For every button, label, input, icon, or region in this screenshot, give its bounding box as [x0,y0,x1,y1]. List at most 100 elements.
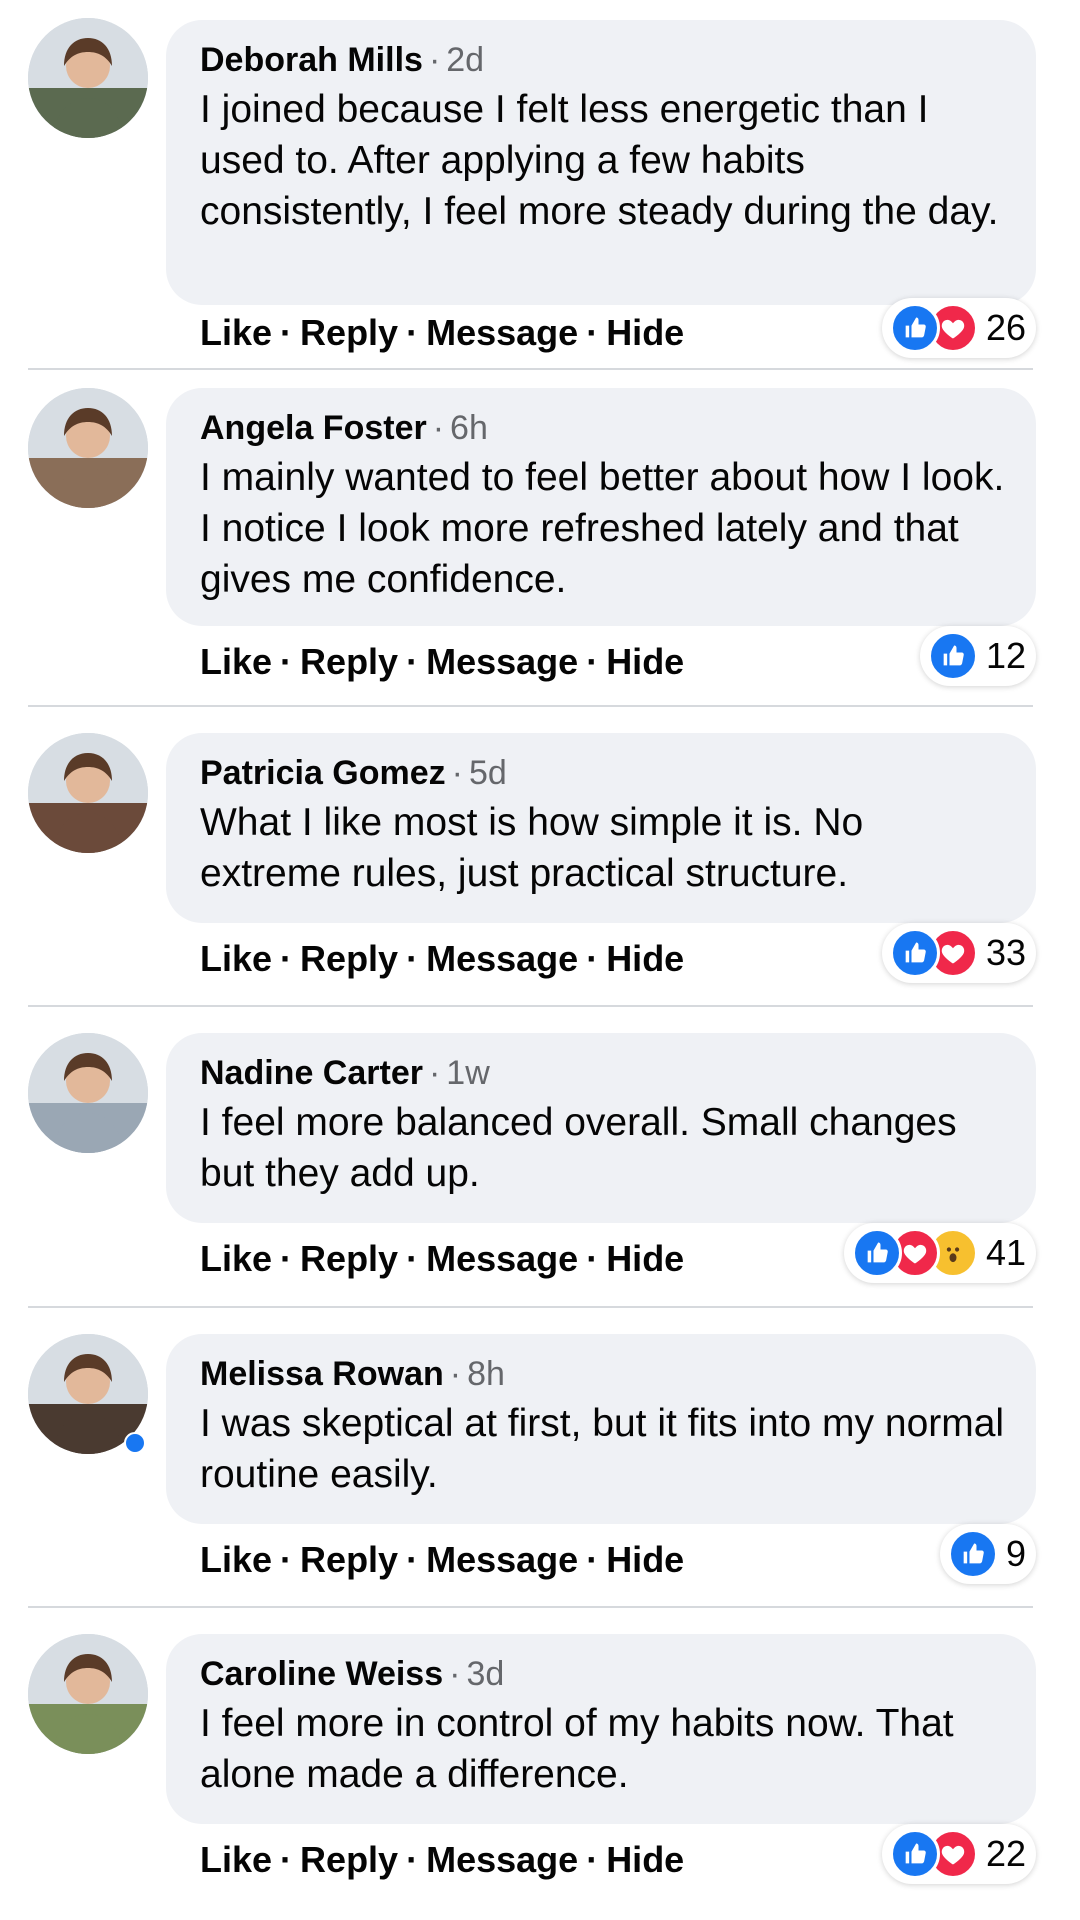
reactions-summary[interactable]: 9 [939,1524,1036,1584]
hide-button[interactable]: Hide [606,1539,684,1580]
like-button[interactable]: Like [200,938,272,979]
comment-actions: Like · Reply · Message · Hide [200,1538,684,1582]
reply-button[interactable]: Reply [300,938,398,979]
comment-header: Melissa Rowan · 8h [200,1354,1006,1394]
divider [28,705,1033,707]
separator-dot: · [280,641,293,682]
comment-header: Angela Foster · 6h [200,408,1006,448]
like-button[interactable]: Like [200,1539,272,1580]
comment-timestamp[interactable]: 1w [446,1054,489,1092]
separator-dot: · [280,312,293,353]
like-reaction-icon [889,303,940,353]
comment-bubble: Melissa Rowan · 8h I was skeptical at first… [166,1334,1036,1524]
comment-text: What I like most is how simple it is. No… [200,801,864,895]
separator-dot: · [449,1655,461,1693]
divider [28,1606,1033,1608]
message-button[interactable]: Message [426,1539,578,1580]
verified-badge-icon [124,1432,146,1454]
comment-timestamp[interactable]: 8h [467,1355,505,1393]
divider [28,368,1033,370]
reply-button[interactable]: Reply [300,1839,398,1880]
like-reaction-icon [927,631,978,681]
comment-bubble: Deborah Mills · 2d I joined because I felt … [166,20,1036,305]
reply-button[interactable]: Reply [300,1539,398,1580]
separator-dot: · [406,312,419,353]
separator-dot: · [280,938,293,979]
avatar[interactable] [28,1033,148,1153]
comment-actions: Like · Reply · Message · Hide [200,640,684,684]
reaction-count: 33 [985,932,1026,973]
separator-dot: · [406,1839,419,1880]
message-button[interactable]: Message [426,938,578,979]
divider [28,1306,1033,1308]
comment-text: I feel more balanced overall. Small chan… [200,1101,957,1195]
separator-dot: · [449,1355,462,1393]
hide-button[interactable]: Hide [606,1238,684,1279]
like-button[interactable]: Like [200,1839,272,1880]
commenter-name[interactable]: Melissa Rowan [200,1355,444,1393]
reply-button[interactable]: Reply [300,312,398,353]
separator-dot: · [586,1839,599,1880]
reactions-summary[interactable]: 26 [881,298,1036,358]
separator-dot: · [586,312,599,353]
reply-button[interactable]: Reply [300,1238,398,1279]
comment-timestamp[interactable]: 3d [466,1655,504,1693]
separator-dot: · [406,641,419,682]
comment-actions: Like · Reply · Message · Hide [200,1838,684,1882]
reply-button[interactable]: Reply [300,641,398,682]
separator-dot: · [406,1539,419,1580]
separator-dot: · [586,938,599,979]
reactions-summary[interactable]: 41 [843,1223,1036,1283]
hide-button[interactable]: Hide [606,1839,684,1880]
message-button[interactable]: Message [426,641,578,682]
message-button[interactable]: Message [426,312,578,353]
separator-dot: · [428,1054,441,1092]
reaction-count: 26 [985,307,1026,348]
avatar[interactable] [28,1634,148,1754]
reactions-summary[interactable]: 33 [881,923,1036,983]
comment-bubble: Patricia Gomez · 5d What I like most is how… [166,733,1036,923]
comment-text: I mainly wanted to feel better about how… [200,456,1005,601]
reaction-count: 41 [985,1232,1026,1273]
message-button[interactable]: Message [426,1238,578,1279]
separator-dot: · [280,1839,293,1880]
hide-button[interactable]: Hide [606,938,684,979]
comment-timestamp[interactable]: 5d [469,754,507,792]
avatar[interactable] [28,388,148,508]
avatar[interactable] [28,18,148,138]
separator-dot: · [428,41,441,79]
commenter-name[interactable]: Patricia Gomez [200,754,446,792]
commenter-name[interactable]: Caroline Weiss [200,1655,443,1693]
commenter-name[interactable]: Angela Foster [200,409,427,447]
separator-dot: · [586,1539,599,1580]
like-button[interactable]: Like [200,641,272,682]
comment-text: I joined because I felt less energetic t… [200,88,999,233]
reaction-count: 12 [985,635,1026,676]
commenter-name[interactable]: Nadine Carter [200,1054,423,1092]
like-button[interactable]: Like [200,312,272,353]
commenter-name[interactable]: Deborah Mills [200,41,423,79]
comment-feed: Deborah Mills · 2d I joined because I felt … [0,0,1080,1920]
comment-header: Patricia Gomez · 5d [200,753,1006,793]
comment-header: Nadine Carter · 1w [200,1053,1006,1093]
separator-dot: · [406,1238,419,1279]
reactions-summary[interactable]: 12 [919,626,1036,686]
avatar[interactable] [28,733,148,853]
comment-text: I was skeptical at first, but it fits in… [200,1402,1005,1496]
separator-dot: · [451,754,463,792]
like-reaction-icon [851,1228,902,1278]
separator-dot: · [280,1539,293,1580]
message-button[interactable]: Message [426,1839,578,1880]
separator-dot: · [280,1238,293,1279]
reaction-count: 22 [985,1833,1026,1874]
comment-timestamp[interactable]: 2d [446,41,484,79]
comment-bubble: Nadine Carter · 1w I feel more balanced ove… [166,1033,1036,1223]
reactions-summary[interactable]: 22 [881,1824,1036,1884]
separator-dot: · [586,641,599,682]
like-button[interactable]: Like [200,1238,272,1279]
comment-timestamp[interactable]: 6h [450,409,488,447]
hide-button[interactable]: Hide [606,312,684,353]
comment-header: Deborah Mills · 2d [200,40,1006,80]
separator-dot: · [586,1238,599,1279]
hide-button[interactable]: Hide [606,641,684,682]
